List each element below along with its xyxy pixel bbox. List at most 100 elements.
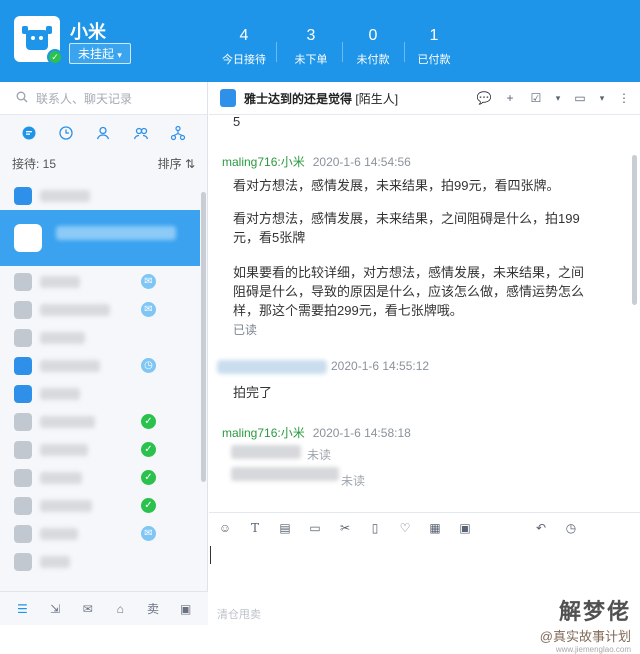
video-call-icon[interactable]: ▭ bbox=[572, 90, 588, 106]
tab-group-icon[interactable] bbox=[133, 125, 149, 141]
reception-count: 接待: 15 bbox=[12, 156, 57, 171]
status-label: 未挂起 bbox=[78, 47, 115, 61]
calculator-icon[interactable]: ▦ bbox=[427, 520, 443, 536]
message-sender-line: maling716:小米 2020-1-6 14:54:56 bbox=[222, 153, 411, 170]
chat-header-tools: 💬 + ☑ ▾ ▭ ▾ ⋮ bbox=[476, 90, 632, 106]
message-fragment: 5 bbox=[233, 115, 241, 129]
status-dropdown[interactable]: 未挂起 ▾ bbox=[69, 43, 131, 64]
contact-name: 雅士达到的还是觉得 bbox=[244, 91, 353, 106]
stat-today-reception[interactable]: 4 今日接待 bbox=[214, 26, 274, 67]
chat-scrollbar[interactable] bbox=[632, 155, 637, 305]
stat-value: 1 bbox=[429, 27, 439, 44]
stat-value: 0 bbox=[368, 27, 378, 44]
contact-row[interactable] bbox=[0, 182, 200, 210]
contact-avatar bbox=[14, 224, 42, 252]
blurred-message bbox=[231, 467, 339, 481]
sort-button[interactable]: 排序 ⇅ bbox=[158, 155, 195, 172]
export-icon[interactable]: ⇲ bbox=[47, 601, 63, 617]
chevron-down-icon[interactable]: ▾ bbox=[598, 90, 606, 106]
shop-avatar[interactable]: ✓ bbox=[14, 16, 63, 65]
sidebar-bottom-bar: ☰ ⇲ ✉ ⌂ 卖 ▣ bbox=[0, 591, 208, 625]
contact-row[interactable]: ✓ bbox=[0, 408, 200, 436]
phone-icon[interactable]: ▯ bbox=[367, 520, 383, 536]
folder-icon[interactable]: ▭ bbox=[307, 520, 323, 536]
store-icon[interactable]: ⌂ bbox=[112, 601, 128, 617]
bull-logo-icon bbox=[22, 26, 52, 50]
stat-value: 3 bbox=[306, 27, 316, 44]
sell-icon[interactable]: 卖 bbox=[145, 601, 161, 617]
message-input[interactable]: 清仓甩卖 解梦佬 @真实故事计划 www.jiemenglao.com bbox=[209, 542, 640, 654]
blurred-contact-name bbox=[40, 360, 100, 372]
blurred-contact-name bbox=[56, 226, 176, 240]
contact-avatar bbox=[14, 357, 32, 375]
check-badge-icon: ✓ bbox=[141, 470, 156, 485]
contact-row[interactable]: ✉ bbox=[0, 268, 200, 296]
sidebar-scrollbar[interactable] bbox=[201, 192, 206, 482]
contact-tag: [陌生人] bbox=[355, 91, 399, 106]
font-icon[interactable]: T bbox=[247, 520, 263, 536]
online-check-icon: ✓ bbox=[47, 49, 63, 65]
reply-icon[interactable]: ↶ bbox=[533, 520, 549, 536]
input-toolbar: ☺ T ▤ ▭ ✂ ▯ ♡ ▦ ▣ ↶ ◷ bbox=[209, 512, 640, 542]
stat-label: 未下单 bbox=[294, 54, 328, 66]
chevron-down-icon: ▾ bbox=[117, 50, 122, 60]
tab-chat-icon[interactable] bbox=[21, 125, 37, 141]
add-contact-icon[interactable]: + bbox=[502, 90, 518, 106]
stat-not-ordered[interactable]: 3 未下单 bbox=[281, 26, 341, 67]
message-list: 5 maling716:小米 2020-1-6 14:54:56 看对方想法，感情… bbox=[209, 115, 640, 512]
scissors-icon[interactable]: ✂ bbox=[337, 520, 353, 536]
message-time: 2020-1-6 14:54:56 bbox=[312, 155, 411, 169]
contact-row[interactable] bbox=[0, 324, 200, 352]
contact-row[interactable]: ✉ bbox=[0, 296, 200, 324]
stat-label: 未付款 bbox=[356, 54, 390, 66]
calendar-check-icon[interactable]: ☑ bbox=[528, 90, 544, 106]
tab-contact-icon[interactable] bbox=[95, 125, 111, 141]
message-text: 如果要看的比较详细，对方想法，感情发展，未来结果，之间阻碍是什么，导致的原因是什… bbox=[233, 265, 585, 318]
menu-icon[interactable]: ☰ bbox=[14, 601, 30, 617]
contact-row[interactable]: ✉ bbox=[0, 520, 200, 548]
document-icon[interactable]: ▣ bbox=[457, 520, 473, 536]
history-icon[interactable]: ◷ bbox=[563, 520, 579, 536]
chat-header: 雅士达到的还是觉得 [陌生人] 💬 + ☑ ▾ ▭ ▾ ⋮ bbox=[209, 82, 640, 115]
message-sender-line: 2020-1-6 14:55:12 bbox=[217, 359, 429, 374]
heart-icon[interactable]: ♡ bbox=[397, 520, 413, 536]
image-icon[interactable]: ▤ bbox=[277, 520, 293, 536]
contact-row[interactable] bbox=[0, 548, 200, 576]
mail-icon[interactable]: ✉ bbox=[80, 601, 96, 617]
chat-panel: 雅士达到的还是觉得 [陌生人] 💬 + ☑ ▾ ▭ ▾ ⋮ 5 maling71… bbox=[209, 82, 640, 654]
blurred-contact-name bbox=[40, 304, 110, 316]
tab-org-icon[interactable] bbox=[170, 125, 186, 141]
watermark-subtitle: @真实故事计划 bbox=[539, 629, 631, 644]
window-icon[interactable]: ▣ bbox=[178, 601, 194, 617]
contact-avatar bbox=[14, 273, 32, 291]
contact-row[interactable]: ✓ bbox=[0, 464, 200, 492]
sender-name: maling716:小米 bbox=[222, 155, 305, 169]
search-bar[interactable]: 联系人、聊天记录 bbox=[0, 82, 207, 115]
stat-unpaid[interactable]: 0 未付款 bbox=[343, 26, 403, 67]
check-badge-icon: ✓ bbox=[141, 414, 156, 429]
contact-avatar bbox=[14, 441, 32, 459]
blurred-contact-name bbox=[40, 444, 88, 456]
emoji-icon[interactable]: ☺ bbox=[217, 520, 233, 536]
contact-avatar bbox=[14, 413, 32, 431]
stat-label: 今日接待 bbox=[222, 54, 266, 66]
stat-paid[interactable]: 1 已付款 bbox=[404, 26, 464, 67]
contact-avatar bbox=[14, 301, 32, 319]
read-status: 未读 bbox=[341, 474, 366, 488]
speech-bubble-icon[interactable]: 💬 bbox=[476, 90, 492, 106]
more-options-icon[interactable]: ⋮ bbox=[616, 90, 632, 106]
watermark-title: 解梦佬 bbox=[558, 599, 631, 624]
contact-row[interactable]: ✓ bbox=[0, 492, 200, 520]
chevron-down-icon[interactable]: ▾ bbox=[554, 90, 562, 106]
blurred-contact-name bbox=[40, 190, 90, 202]
search-input[interactable]: 联系人、聊天记录 bbox=[36, 90, 132, 107]
blurred-message bbox=[231, 445, 301, 459]
contact-row-selected[interactable] bbox=[0, 210, 200, 266]
contact-row[interactable]: ✓ bbox=[0, 436, 200, 464]
message-time: 2020-1-6 14:58:18 bbox=[312, 426, 411, 440]
contact-row[interactable] bbox=[0, 380, 200, 408]
tab-clock-icon[interactable] bbox=[58, 125, 74, 141]
contact-mobile-icon bbox=[220, 89, 236, 107]
chat-contact-name: 雅士达到的还是觉得 [陌生人] bbox=[244, 90, 398, 107]
contact-row[interactable]: ◷ bbox=[0, 352, 200, 380]
